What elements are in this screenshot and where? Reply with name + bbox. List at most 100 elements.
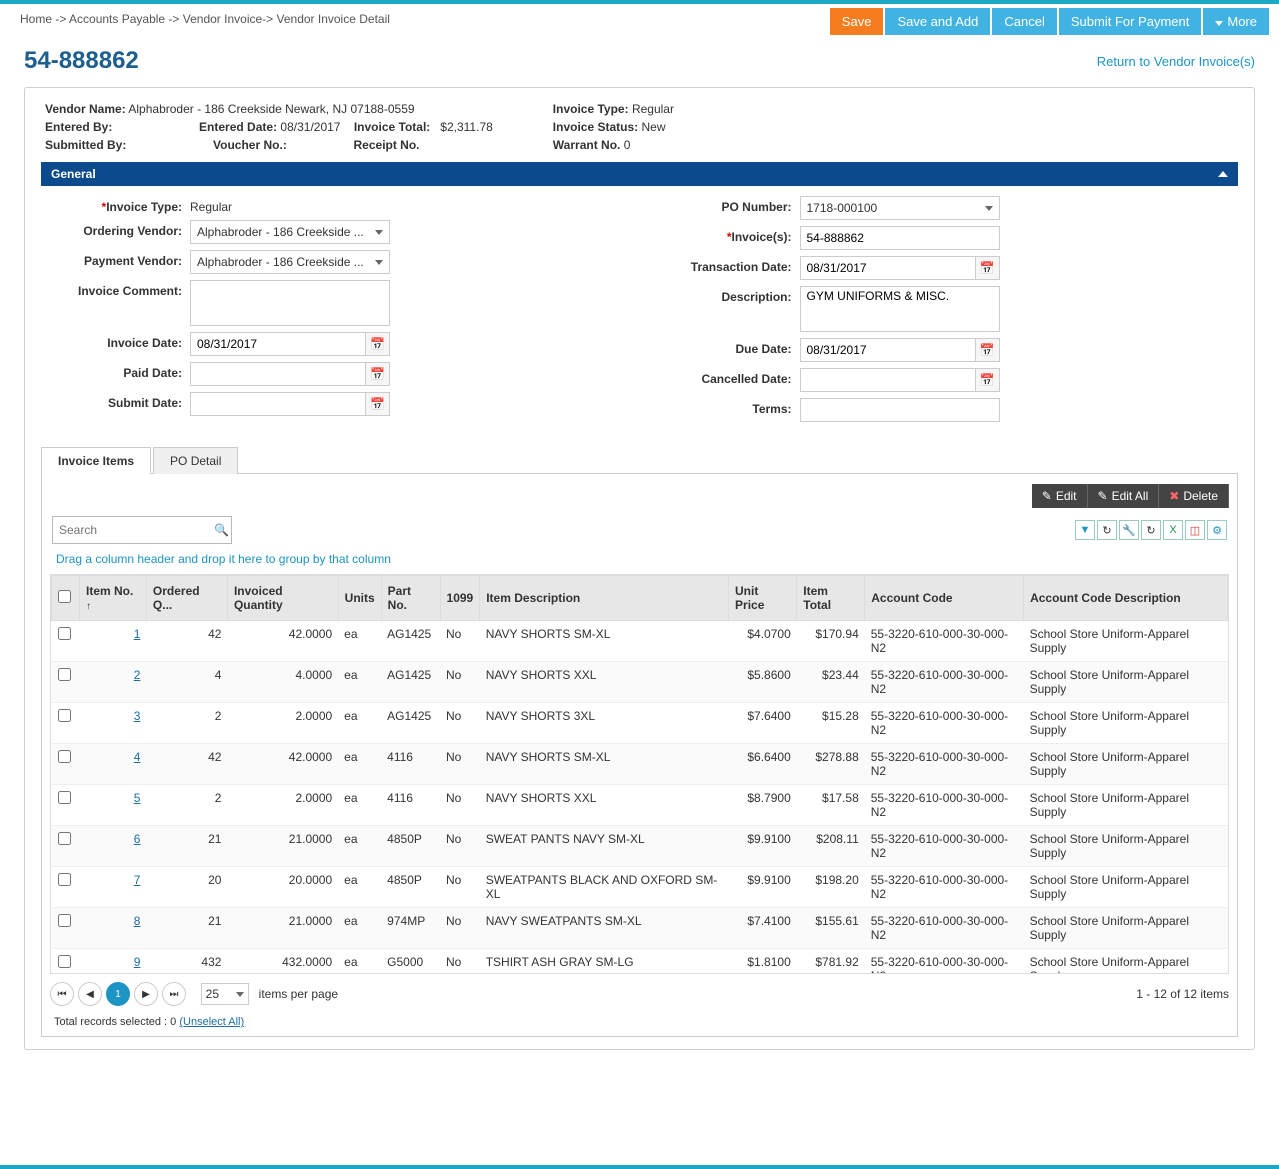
item-no-link[interactable]: 5 <box>86 791 141 805</box>
col-ordered-qty[interactable]: Ordered Q... <box>146 576 227 621</box>
calendar-icon[interactable]: 📅 <box>976 256 1000 280</box>
item-total: $278.88 <box>797 744 865 785</box>
row-checkbox[interactable] <box>58 668 71 681</box>
reload-icon[interactable]: ↻ <box>1141 520 1161 540</box>
item-no-link[interactable]: 3 <box>86 709 141 723</box>
refresh-icon[interactable]: ↻ <box>1097 520 1117 540</box>
c1099: No <box>440 785 480 826</box>
account-code: 55-3220-610-000-30-000-N2 <box>865 703 1024 744</box>
gear-icon[interactable]: ⚙ <box>1207 520 1227 540</box>
item-no-link[interactable]: 8 <box>86 914 141 928</box>
wrench-icon[interactable]: 🔧 <box>1119 520 1139 540</box>
invoice-type-value: Regular <box>632 102 674 116</box>
col-account-code-desc[interactable]: Account Code Description <box>1024 576 1228 621</box>
delete-icon: ✖ <box>1169 489 1179 503</box>
calendar-icon[interactable]: 📅 <box>976 338 1000 362</box>
pdf-icon[interactable]: ◫ <box>1185 520 1205 540</box>
calendar-icon[interactable]: 📅 <box>366 362 390 386</box>
row-checkbox[interactable] <box>58 627 71 640</box>
due-date-input[interactable] <box>800 338 976 362</box>
selected-count-label: Total records selected : 0 <box>54 1016 176 1028</box>
item-no-link[interactable]: 4 <box>86 750 141 764</box>
calendar-icon[interactable]: 📅 <box>366 332 390 356</box>
row-checkbox[interactable] <box>58 873 71 886</box>
tab-invoice-items[interactable]: Invoice Items <box>41 447 151 474</box>
item-desc: SWEATPANTS BLACK AND OXFORD SM-XL <box>480 867 729 908</box>
caret-icon <box>985 206 993 211</box>
description-input[interactable]: GYM UNIFORMS & MISC. <box>800 286 1000 332</box>
row-checkbox[interactable] <box>58 955 71 968</box>
col-item-desc[interactable]: Item Description <box>480 576 729 621</box>
edit-button[interactable]: ✎Edit <box>1032 484 1088 508</box>
more-button[interactable]: More <box>1203 8 1269 35</box>
pager-first[interactable]: ⏮ <box>50 982 74 1006</box>
section-general-header[interactable]: General <box>41 162 1238 186</box>
col-1099[interactable]: 1099 <box>440 576 480 621</box>
ordering-vendor-select[interactable]: Alphabroder - 186 Creekside ... <box>190 220 390 244</box>
paid-date-input[interactable] <box>190 362 366 386</box>
search-input[interactable] <box>59 523 214 537</box>
crumb-vi[interactable]: Vendor Invoice <box>183 12 262 26</box>
terms-input[interactable] <box>800 398 1000 422</box>
item-no-link[interactable]: 6 <box>86 832 141 846</box>
item-desc: SWEAT PANTS NAVY SM-XL <box>480 826 729 867</box>
col-part-no[interactable]: Part No. <box>381 576 440 621</box>
pager-last[interactable]: ⏭ <box>162 982 186 1006</box>
crumb-home[interactable]: Home <box>20 12 52 26</box>
delete-button[interactable]: ✖Delete <box>1159 484 1229 508</box>
item-no-link[interactable]: 9 <box>86 955 141 969</box>
submit-for-payment-button[interactable]: Submit For Payment <box>1059 8 1202 35</box>
page-size-select[interactable]: 25 <box>201 983 249 1005</box>
row-checkbox[interactable] <box>58 791 71 804</box>
po-number-select[interactable]: 1718-000100 <box>800 196 1000 220</box>
group-hint[interactable]: Drag a column header and drop it here to… <box>50 544 1229 574</box>
col-unit-price[interactable]: Unit Price <box>729 576 797 621</box>
excel-icon[interactable]: X <box>1163 520 1183 540</box>
invoices-input[interactable] <box>800 226 1000 250</box>
form-due-date-label: Due Date: <box>655 338 800 356</box>
col-invoiced-qty[interactable]: Invoiced Quantity <box>227 576 338 621</box>
table-row: 5 2 2.0000 ea 4116 No NAVY SHORTS XXL $8… <box>52 785 1228 826</box>
filter-icon[interactable]: ▼ <box>1075 520 1095 540</box>
transaction-date-input[interactable] <box>800 256 976 280</box>
save-and-add-button[interactable]: Save and Add <box>885 8 990 35</box>
calendar-icon[interactable]: 📅 <box>976 368 1000 392</box>
pager-page-1[interactable]: 1 <box>106 982 130 1006</box>
return-link[interactable]: Return to Vendor Invoice(s) <box>1097 54 1255 69</box>
tab-po-detail[interactable]: PO Detail <box>153 447 238 474</box>
item-no-link[interactable]: 2 <box>86 668 141 682</box>
crumb-ap[interactable]: Accounts Payable <box>69 12 165 26</box>
account-code-desc: School Store Uniform-Apparel Supply <box>1024 703 1228 744</box>
col-item-total[interactable]: Item Total <box>797 576 865 621</box>
c1099: No <box>440 867 480 908</box>
unit-price: $9.9100 <box>729 867 797 908</box>
calendar-icon[interactable]: 📅 <box>366 392 390 416</box>
save-button[interactable]: Save <box>830 8 884 35</box>
col-item-no[interactable]: Item No. ↑ <box>80 576 147 621</box>
breadcrumb: Home -> Accounts Payable -> Vendor Invoi… <box>20 8 390 26</box>
pager-prev[interactable]: ◀ <box>78 982 102 1006</box>
unselect-all-link[interactable]: (Unselect All) <box>179 1016 244 1028</box>
pager-next[interactable]: ▶ <box>134 982 158 1006</box>
cancelled-date-input[interactable] <box>800 368 976 392</box>
edit-all-button[interactable]: ✎Edit All <box>1088 484 1160 508</box>
payment-vendor-select[interactable]: Alphabroder - 186 Creekside ... <box>190 250 390 274</box>
item-desc: NAVY SWEATPANTS SM-XL <box>480 908 729 949</box>
row-checkbox[interactable] <box>58 750 71 763</box>
item-no-link[interactable]: 7 <box>86 873 141 887</box>
row-checkbox[interactable] <box>58 709 71 722</box>
submit-date-input[interactable] <box>190 392 366 416</box>
row-checkbox[interactable] <box>58 914 71 927</box>
account-code: 55-3220-610-000-30-000-N2 <box>865 785 1024 826</box>
item-no-link[interactable]: 1 <box>86 627 141 641</box>
invoice-date-input[interactable] <box>190 332 366 356</box>
row-checkbox[interactable] <box>58 832 71 845</box>
select-all-checkbox[interactable] <box>58 590 71 603</box>
collapse-icon <box>1218 171 1228 177</box>
search-icon[interactable]: 🔍 <box>214 523 229 537</box>
cancel-button[interactable]: Cancel <box>992 8 1056 35</box>
account-code-desc: School Store Uniform-Apparel Supply <box>1024 744 1228 785</box>
invoice-comment-input[interactable] <box>190 280 390 326</box>
col-account-code[interactable]: Account Code <box>865 576 1024 621</box>
col-units[interactable]: Units <box>338 576 381 621</box>
